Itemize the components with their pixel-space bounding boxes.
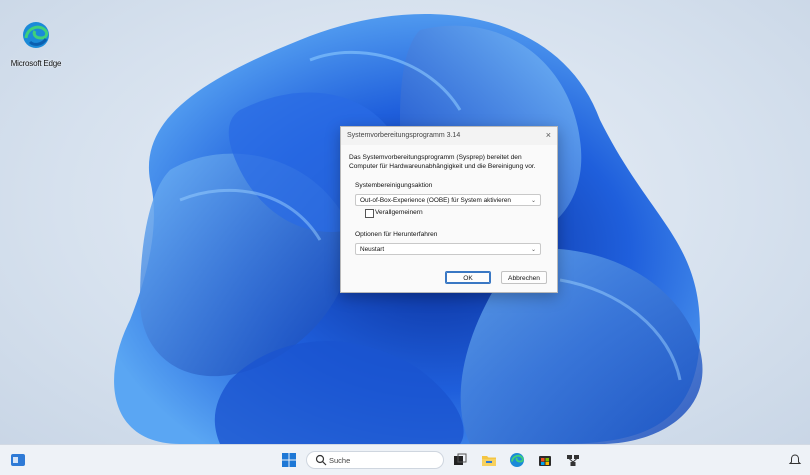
widgets-icon[interactable] [10,452,26,468]
chevron-down-icon: ⌄ [530,198,536,204]
edge-icon[interactable] [509,452,525,468]
store-icon[interactable] [537,452,553,468]
dialog-body: Das Systemvorbereitungsprogramm (Sysprep… [341,145,557,292]
close-icon[interactable]: × [546,130,551,140]
cleanup-action-value: Out-of-Box-Experience (OOBE) für System … [360,197,511,204]
network-app-icon[interactable] [565,452,581,468]
shutdown-option-value: Neustart [360,246,385,253]
cleanup-group-label: Systembereinigungsaktion [355,182,433,189]
desktop-icon-edge[interactable]: Microsoft Edge [8,20,64,68]
task-view-icon[interactable] [452,452,468,468]
shutdown-option-select[interactable]: Neustart ⌄ [355,243,541,255]
start-icon[interactable] [281,452,297,468]
cleanup-action-select[interactable]: Out-of-Box-Experience (OOBE) für System … [355,194,541,206]
shutdown-group-label: Optionen für Herunterfahren [355,231,438,238]
edge-icon [23,22,49,48]
cancel-button[interactable]: Abbrechen [501,271,547,284]
generalize-label: Verallgemeinern [375,209,423,216]
dialog-titlebar[interactable]: Systemvorbereitungsprogramm 3.14 × [341,127,557,145]
notification-icon[interactable] [788,453,802,467]
taskbar-search[interactable]: Suche [306,451,444,469]
search-placeholder: Suche [329,456,351,465]
file-explorer-icon[interactable] [481,452,497,468]
chevron-down-icon: ⌄ [530,247,536,253]
dialog-description: Das Systemvorbereitungsprogramm (Sysprep… [349,154,536,170]
desktop-icon-label: Microsoft Edge [10,59,62,68]
sysprep-dialog: Systemvorbereitungsprogramm 3.14 × Das S… [340,126,558,293]
ok-button[interactable]: OK [445,271,491,284]
generalize-checkbox[interactable] [365,209,374,218]
search-icon [315,454,327,466]
taskbar: Suche [0,444,810,475]
dialog-title: Systemvorbereitungsprogramm 3.14 [347,132,461,139]
